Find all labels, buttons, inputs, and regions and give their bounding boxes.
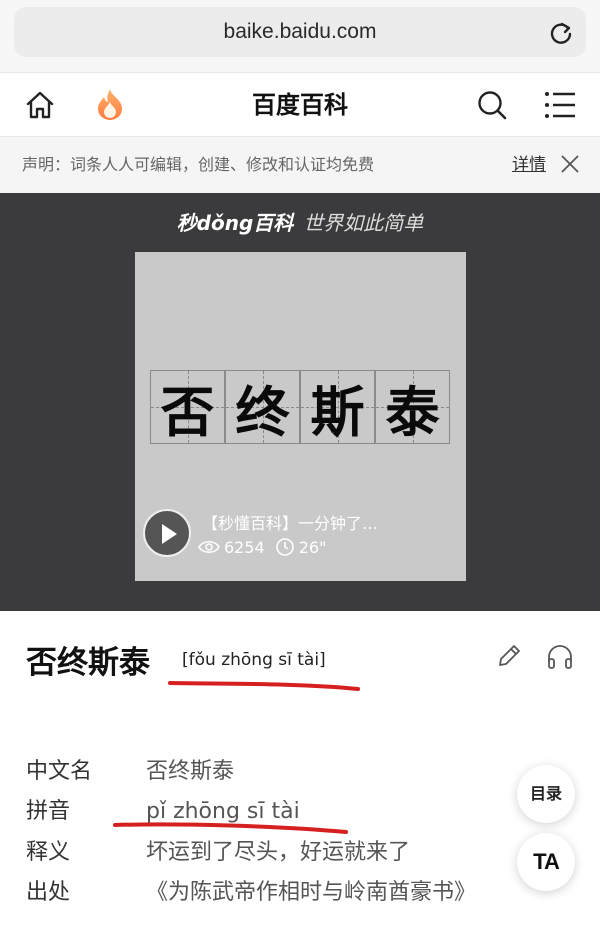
search-icon[interactable] bbox=[476, 89, 508, 121]
notice-text: 声明：词条人人可编辑，创建、修改和认证均免费 bbox=[22, 155, 375, 174]
video-thumbnail[interactable]: 否 终 斯 泰 【秒懂百科】一分钟了… 6254 26" bbox=[135, 252, 466, 581]
info-value[interactable]: 《为陈武帝作相时与岭南酋豪书》 bbox=[146, 880, 476, 905]
idiom-characters: 否 终 斯 泰 bbox=[150, 370, 450, 444]
eye-icon bbox=[198, 540, 220, 554]
info-label: 中文名 bbox=[26, 759, 93, 784]
close-icon[interactable] bbox=[560, 154, 580, 174]
info-label: 拼音 bbox=[26, 799, 71, 824]
app-header: 百度百科 bbox=[0, 72, 600, 137]
video-duration: 26" bbox=[298, 537, 327, 557]
info-row: 拼音 pǐ zhōng sī tài bbox=[26, 797, 300, 827]
url-text[interactable]: baike.baidu.com bbox=[14, 7, 586, 57]
info-value: pǐ zhōng sī tài bbox=[146, 799, 300, 824]
info-row: 出处 《为陈武帝作相时与岭南酋豪书》 bbox=[26, 878, 476, 908]
play-icon bbox=[162, 524, 177, 544]
address-bar[interactable]: baike.baidu.com bbox=[14, 7, 586, 57]
entry-title: 否终斯泰 bbox=[26, 645, 150, 681]
view-count: 6254 bbox=[224, 537, 265, 557]
video-title[interactable]: 【秒懂百科】一分钟了… bbox=[202, 510, 378, 534]
character-cell: 否 bbox=[150, 370, 225, 444]
home-icon[interactable] bbox=[24, 89, 56, 121]
fire-icon[interactable] bbox=[94, 87, 126, 121]
brand-slogan: 世界如此简单 bbox=[303, 211, 424, 235]
ta-button[interactable]: TA bbox=[517, 833, 575, 891]
video-brand: 秒dǒng百科 世界如此简单 bbox=[0, 207, 600, 237]
edit-icon[interactable] bbox=[496, 643, 522, 669]
reload-icon[interactable] bbox=[548, 20, 574, 46]
browser-toolbar: baike.baidu.com bbox=[0, 0, 600, 72]
character-cell: 终 bbox=[225, 370, 300, 444]
brand-logo-text: 秒dǒng百科 bbox=[176, 211, 294, 235]
clock-icon bbox=[275, 538, 294, 556]
video-stats: 6254 26" bbox=[198, 537, 326, 557]
character-cell: 泰 bbox=[375, 370, 450, 444]
info-row: 释义 坏运到了尽头，好运就来了 bbox=[26, 838, 410, 868]
info-value: 坏运到了尽头，好运就来了 bbox=[146, 840, 411, 865]
play-button[interactable] bbox=[143, 509, 191, 557]
character-cell: 斯 bbox=[300, 370, 375, 444]
video-section: 秒dǒng百科 世界如此简单 否 终 斯 泰 【秒懂百科】一分钟了… 6254 2… bbox=[0, 193, 600, 611]
notice-bar: 声明：词条人人可编辑，创建、修改和认证均免费 详情 bbox=[0, 137, 600, 193]
entry-pinyin: [fǒu zhōng sī tài] bbox=[182, 650, 326, 670]
details-link[interactable]: 详情 bbox=[512, 137, 546, 193]
info-value: 否终斯泰 bbox=[146, 759, 235, 784]
info-row: 中文名 否终斯泰 bbox=[26, 757, 234, 787]
toc-button[interactable]: 目录 bbox=[517, 765, 575, 823]
info-label: 出处 bbox=[26, 880, 71, 905]
page-title: 百度百科 bbox=[252, 91, 348, 119]
headphones-icon[interactable] bbox=[546, 644, 574, 670]
menu-icon[interactable] bbox=[544, 91, 576, 119]
pinyin-underline bbox=[168, 681, 360, 691]
info-label: 释义 bbox=[26, 840, 71, 865]
